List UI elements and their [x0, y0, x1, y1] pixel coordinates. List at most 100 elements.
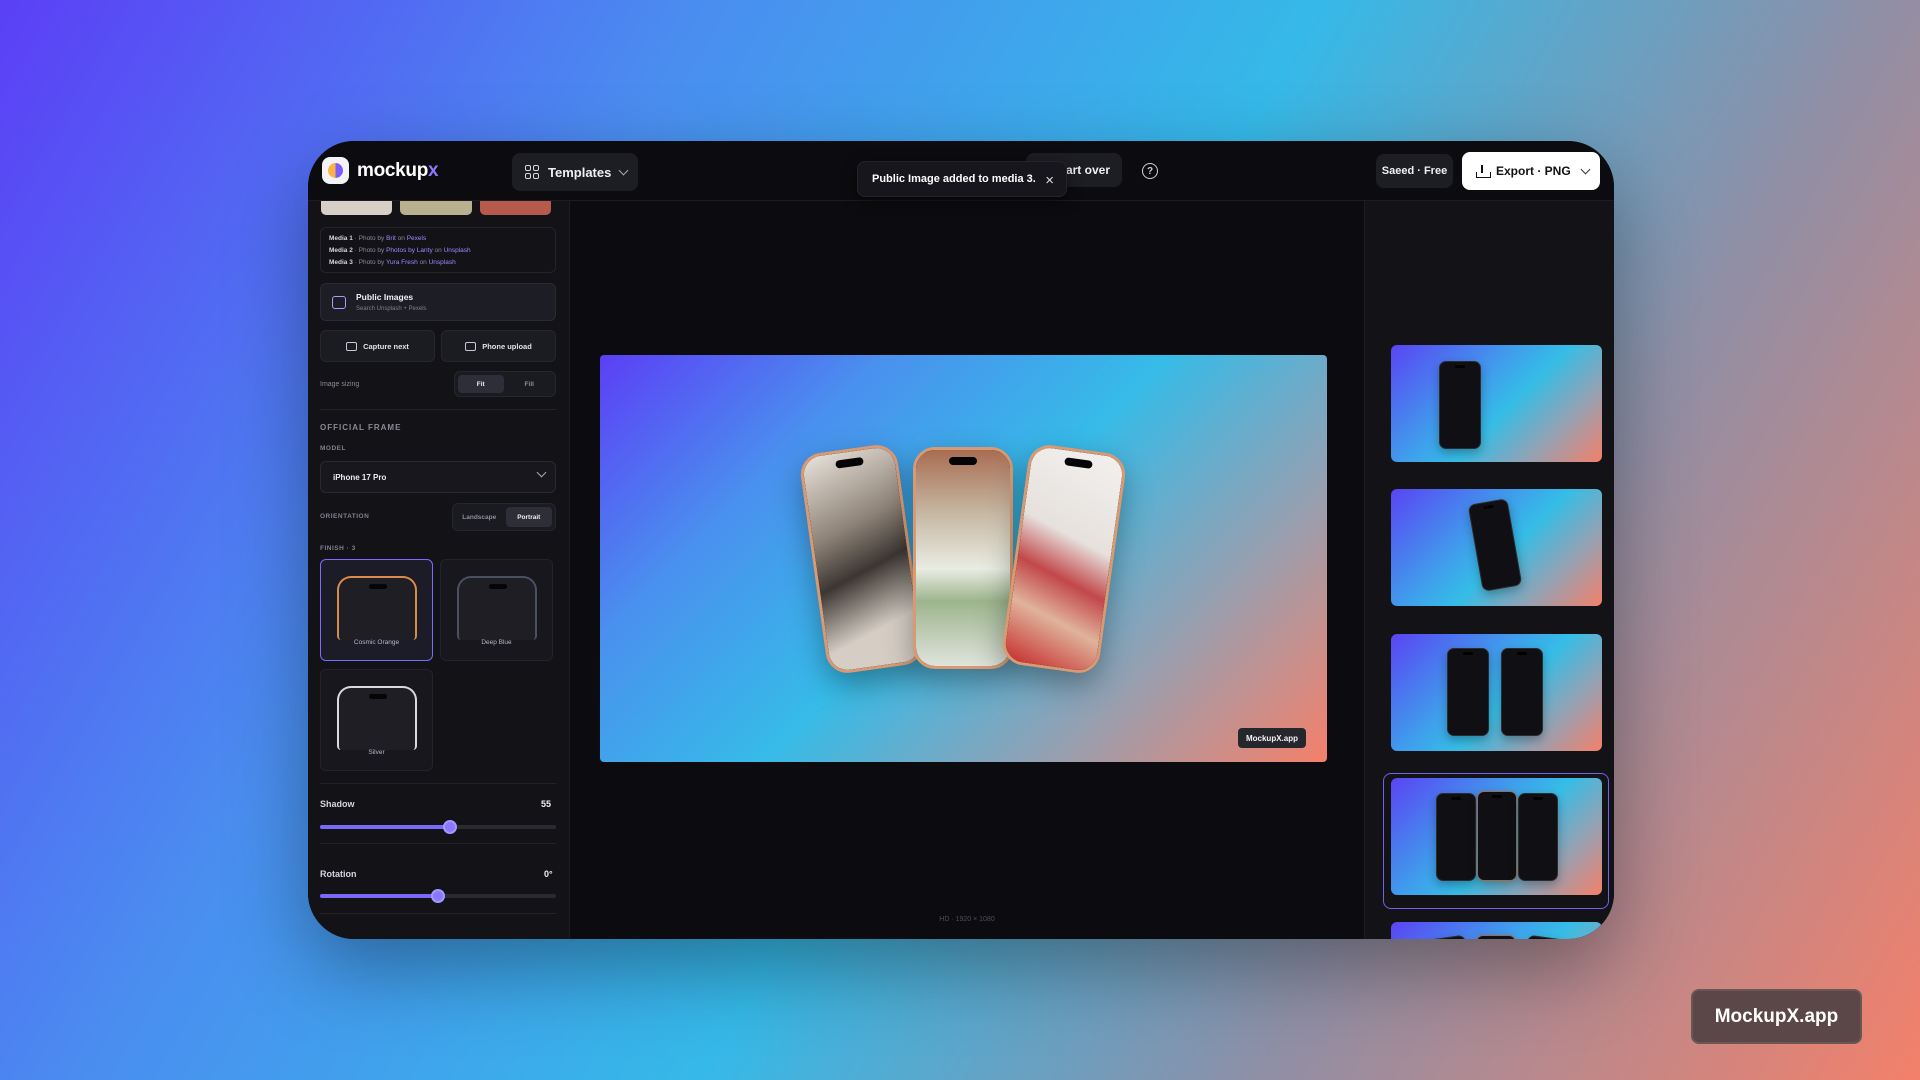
user-plan-button[interactable]: Saeed · Free	[1376, 154, 1453, 188]
left-panel: Media 1 · Photo by Brit on Pexels Media …	[308, 201, 570, 939]
rotation-value: 0°	[544, 869, 553, 879]
model-label: MODEL	[320, 445, 346, 452]
template-thumbnail[interactable]	[1391, 634, 1602, 751]
rotation-label: Rotation	[320, 869, 357, 879]
phone-frame-icon	[337, 576, 417, 640]
template-gallery	[1364, 201, 1614, 939]
author-link[interactable]: Brit	[386, 235, 396, 242]
user-plan-label: Saeed · Free	[1381, 165, 1448, 177]
public-images-title: Public Images	[356, 292, 414, 302]
template-thumbnail[interactable]	[1391, 489, 1602, 606]
phone-frame-icon	[457, 576, 537, 640]
divider	[320, 913, 556, 914]
section-title: OFFICIAL FRAME	[320, 423, 402, 432]
selected-template-outline	[1383, 773, 1609, 909]
phone-mockup-3[interactable]	[1000, 442, 1128, 676]
phone-icon	[1425, 934, 1477, 939]
image-sizing-label: Image sizing	[320, 381, 360, 388]
canvas-area: MockupX.app HD · 1920 × 1080	[571, 201, 1363, 939]
orientation-portrait-option[interactable]: Portrait	[505, 507, 552, 527]
logo-icon	[322, 157, 349, 184]
phone-frame-icon	[337, 686, 417, 750]
phone-mockup-2[interactable]	[913, 447, 1013, 669]
help-icon[interactable]: ?	[1142, 163, 1158, 179]
chevron-down-icon	[1580, 164, 1591, 174]
capture-label: Capture next	[363, 341, 409, 351]
media-thumb-2[interactable]	[400, 201, 472, 215]
orientation-label: ORIENTATION	[320, 513, 370, 520]
top-bar: mockupx Templates tart over Public Image…	[308, 141, 1614, 201]
template-thumbnail[interactable]	[1391, 345, 1602, 462]
credit-line: Media 3 · Photo by Yura Fresh on Unsplas…	[329, 259, 456, 266]
shadow-label: Shadow	[320, 799, 355, 809]
divider	[320, 409, 556, 410]
toast-message: Public Image added to media 3.	[872, 173, 1036, 185]
phone-icon	[1501, 648, 1543, 736]
finish-name: Deep Blue	[481, 639, 512, 646]
rotation-slider-handle[interactable]	[431, 889, 445, 903]
credit-line: Media 1 · Photo by Brit on Pexels	[329, 235, 427, 242]
image-sizing-toggle: Fit Fill	[454, 371, 556, 397]
media-thumbnails	[321, 201, 551, 215]
sizing-fill-option[interactable]: Fill	[507, 375, 553, 393]
chevron-down-icon	[536, 467, 547, 478]
photo-credits: Media 1 · Photo by Brit on Pexels Media …	[320, 227, 556, 273]
toast-notification: Public Image added to media 3. ×	[857, 161, 1067, 197]
source-link[interactable]: Pexels	[407, 235, 427, 242]
phone-mockup-1[interactable]	[798, 442, 926, 676]
templates-button[interactable]: Templates	[512, 153, 638, 191]
credit-line: Media 2 · Photo by Photos by Lanty on Un…	[329, 247, 471, 254]
template-thumbnail-selected[interactable]	[1391, 922, 1602, 939]
phone-icon	[1476, 935, 1516, 939]
media-thumb-3[interactable]	[479, 201, 551, 215]
source-link[interactable]: Unsplash	[429, 259, 456, 266]
export-button[interactable]: Export · PNG	[1462, 152, 1600, 190]
finish-label: FINISH · 3	[320, 545, 356, 552]
download-icon	[1476, 164, 1491, 178]
model-select[interactable]: iPhone 17 Pro	[320, 461, 556, 493]
sizing-fit-option[interactable]: Fit	[458, 375, 504, 393]
shadow-slider-handle[interactable]	[442, 820, 457, 834]
phone-icon	[1516, 934, 1568, 939]
divider	[320, 843, 556, 844]
public-images-subtitle: Search Unsplash + Pexels	[356, 306, 427, 312]
source-link[interactable]: Unsplash	[444, 247, 471, 254]
author-link[interactable]: Photos by Lanty	[386, 247, 433, 254]
phone-upload-button[interactable]: Phone upload	[441, 330, 556, 362]
orientation-landscape-option[interactable]: Landscape	[456, 507, 503, 527]
monitor-icon	[346, 341, 358, 351]
rotation-slider[interactable]	[320, 889, 556, 903]
phone-icon	[1447, 648, 1489, 736]
author-link[interactable]: Yura Fresh	[386, 259, 418, 266]
templates-label: Templates	[548, 164, 612, 180]
brand-watermark: MockupX.app	[1691, 989, 1862, 1044]
logo-text: mockupx	[357, 159, 439, 181]
export-label: Export · PNG	[1496, 164, 1571, 178]
media-thumb-1[interactable]	[321, 201, 393, 215]
upload-buttons: Capture next Phone upload	[320, 330, 556, 362]
finish-cosmic-orange[interactable]: Cosmic Orange	[320, 559, 433, 661]
divider	[320, 783, 556, 784]
finish-name: Cosmic Orange	[353, 639, 400, 646]
shadow-slider-fill	[320, 825, 450, 829]
close-icon[interactable]: ×	[1045, 172, 1054, 189]
orientation-toggle: Landscape Portrait	[452, 503, 556, 531]
chevron-down-icon	[618, 165, 629, 175]
capture-next-button[interactable]: Capture next	[320, 330, 435, 362]
mockup-preview[interactable]: MockupX.app	[600, 355, 1327, 762]
model-value: iPhone 17 Pro	[333, 473, 387, 482]
phone-icon	[1439, 361, 1481, 449]
preview-watermark-badge: MockupX.app	[1237, 728, 1306, 748]
canvas-resolution: HD · 1920 × 1080	[939, 916, 995, 923]
grid-icon	[525, 165, 539, 179]
image-icon	[332, 296, 346, 309]
logo[interactable]: mockupx	[322, 157, 439, 184]
qr-icon	[465, 341, 477, 351]
shadow-slider[interactable]	[320, 820, 556, 834]
finish-silver[interactable]: Silver	[320, 669, 433, 771]
rotation-slider-fill	[320, 894, 438, 898]
public-images-button[interactable]: Public Images Search Unsplash + Pexels	[320, 283, 556, 321]
app-window: mockupx Templates tart over Public Image…	[308, 141, 1614, 939]
finish-deep-blue[interactable]: Deep Blue	[440, 559, 553, 661]
shadow-value: 55	[541, 799, 552, 809]
